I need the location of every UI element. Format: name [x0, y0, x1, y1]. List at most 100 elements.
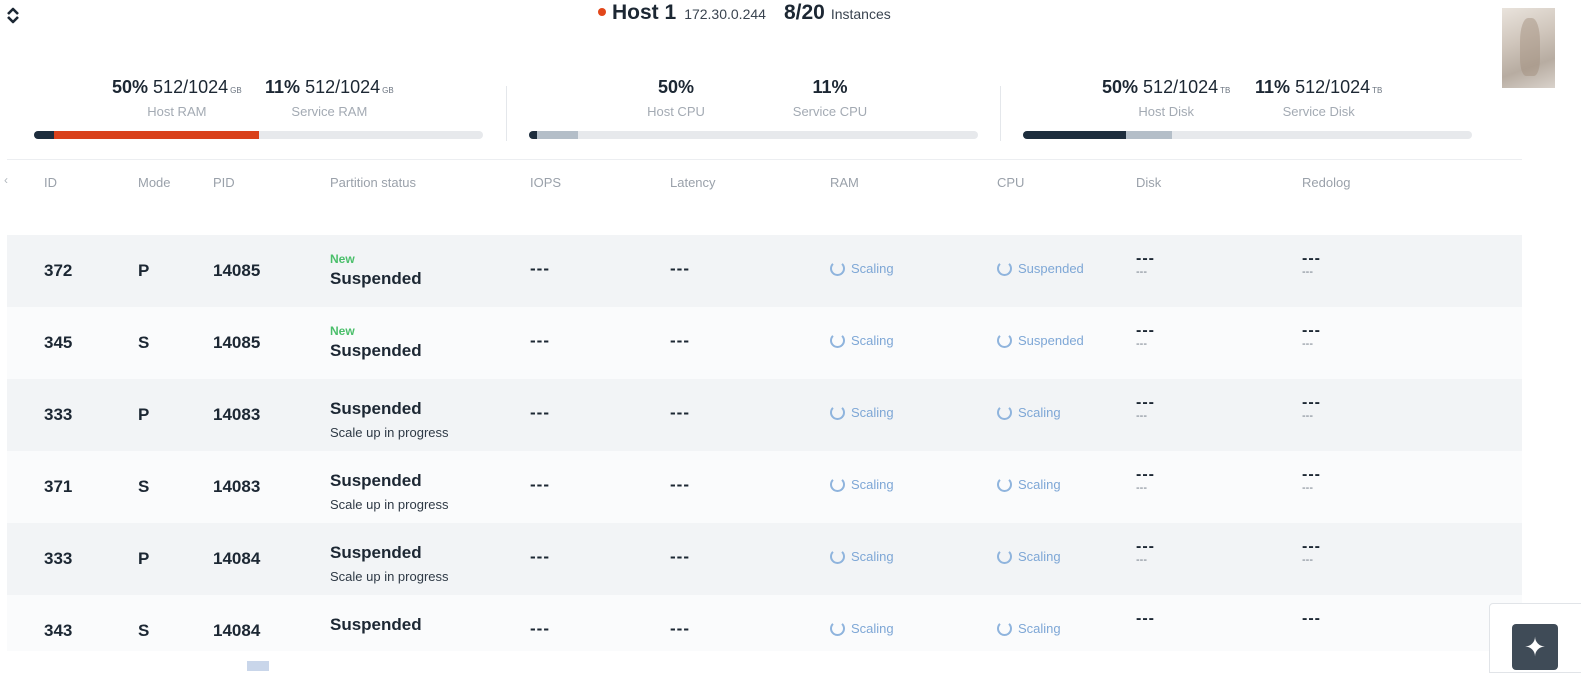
status-text: Suspended	[330, 471, 422, 490]
spinner-icon	[830, 333, 845, 348]
row-id: 333	[44, 549, 73, 568]
row-mode: P	[138, 261, 150, 280]
collapse-arrow-icon[interactable]: ‹	[4, 173, 8, 187]
spinner-icon	[997, 621, 1012, 636]
row-mode: P	[138, 405, 150, 424]
spinner-icon	[997, 333, 1012, 348]
col-partition-status[interactable]: Partition status	[330, 175, 416, 190]
host-ram-label: Host RAM	[147, 104, 207, 119]
sparkle-icon[interactable]: ✦	[1512, 624, 1558, 670]
row-mode: P	[138, 549, 150, 568]
row-latency: ---	[670, 475, 690, 494]
table-row[interactable]: 343 S 14084 Suspended --- --- Scaling Scaling --…	[7, 595, 1522, 651]
row-pid: 14085	[213, 261, 261, 280]
table-row[interactable]: 372 P 14085 New Suspended --- --- Scaling Suspen…	[7, 235, 1522, 307]
row-redolog: --- ---	[1302, 466, 1321, 494]
row-mode: S	[138, 333, 150, 352]
col-disk[interactable]: Disk	[1136, 175, 1161, 190]
col-iops[interactable]: IOPS	[530, 175, 561, 190]
row-latency: ---	[670, 259, 690, 278]
row-pid: 14083	[213, 477, 261, 496]
table-row[interactable]: 333 P 14084 Suspended Scale up in progress --…	[7, 523, 1522, 595]
partition-status: New Suspended	[330, 307, 510, 379]
spinner-icon	[997, 549, 1012, 564]
row-redolog: --- ---	[1302, 394, 1321, 422]
row-iops: ---	[530, 475, 550, 494]
service-disk-metric: 11% 512/1024 TB Service Disk	[1255, 77, 1383, 119]
cpu-status: Suspended	[997, 333, 1084, 348]
row-pid: 14083	[213, 405, 261, 424]
col-ram[interactable]: RAM	[830, 175, 859, 190]
service-cpu-label: Service CPU	[792, 104, 868, 119]
row-latency: ---	[670, 403, 690, 422]
host-ram-metric: 50% 512/1024 GB Host RAM	[112, 77, 242, 119]
spinner-icon	[997, 405, 1012, 420]
table-row[interactable]: 345 S 14085 New Suspended --- --- Scaling Suspen…	[7, 307, 1522, 379]
ram-usage-bar	[34, 131, 483, 139]
col-redolog[interactable]: Redolog	[1302, 175, 1350, 190]
row-iops: ---	[530, 331, 550, 350]
spinner-icon	[830, 477, 845, 492]
ram-status: Scaling	[830, 477, 894, 492]
ram-status: Scaling	[830, 261, 894, 276]
cpu-status: Scaling	[997, 621, 1061, 636]
service-ram-label: Service RAM	[291, 104, 368, 119]
chevrons-icon[interactable]	[5, 6, 21, 24]
spinner-icon	[997, 261, 1012, 276]
row-redolog: ---	[1302, 610, 1321, 627]
spinner-icon	[830, 405, 845, 420]
host-cpu-label: Host CPU	[647, 104, 705, 119]
ram-status: Scaling	[830, 621, 894, 636]
spinner-icon	[830, 621, 845, 636]
assistant-panel: ✦	[1489, 603, 1581, 673]
col-pid[interactable]: PID	[213, 175, 235, 190]
row-pid: 14084	[213, 549, 261, 568]
status-subtext: Scale up in progress	[330, 569, 449, 584]
host-header: Host 1 172.30.0.244 8/20 Instances	[598, 1, 891, 27]
status-text: Suspended	[330, 341, 422, 360]
scroll-indicator[interactable]	[247, 661, 269, 671]
video-thumbnail	[1502, 8, 1555, 88]
service-ram-metric: 11% 512/1024 GB Service RAM	[265, 77, 394, 119]
row-id: 343	[44, 621, 73, 640]
col-id[interactable]: ID	[44, 175, 57, 190]
row-id: 372	[44, 261, 73, 280]
row-iops: ---	[530, 259, 550, 278]
host-ip: 172.30.0.244	[684, 6, 766, 22]
row-disk: --- ---	[1136, 322, 1155, 350]
col-latency[interactable]: Latency	[670, 175, 716, 190]
row-id: 333	[44, 405, 73, 424]
table-row[interactable]: 333 P 14083 Suspended Scale up in progress --…	[7, 379, 1522, 451]
row-id: 345	[44, 333, 73, 352]
instances-count: 8/20	[783, 1, 825, 24]
row-disk: --- ---	[1136, 466, 1155, 494]
row-disk: ---	[1136, 610, 1155, 627]
table-row[interactable]: 371 S 14083 Suspended Scale up in progress --…	[7, 451, 1522, 523]
col-cpu[interactable]: CPU	[997, 175, 1024, 190]
status-text: Suspended	[330, 399, 422, 418]
row-mode: S	[138, 621, 150, 640]
cpu-usage-bar	[529, 131, 978, 139]
row-disk: --- ---	[1136, 250, 1155, 278]
row-pid: 14084	[213, 621, 261, 640]
spinner-icon	[997, 477, 1012, 492]
row-latency: ---	[670, 619, 690, 638]
row-id: 371	[44, 477, 73, 496]
cpu-status: Scaling	[997, 405, 1061, 420]
cpu-status: Scaling	[997, 549, 1061, 564]
host-status-dot	[598, 8, 606, 16]
row-pid: 14085	[213, 333, 261, 352]
host-disk-label: Host Disk	[1138, 104, 1194, 119]
host-cpu-metric: 50% Host CPU	[647, 77, 705, 119]
new-badge: New	[330, 324, 355, 338]
row-mode: S	[138, 477, 150, 496]
cpu-status: Scaling	[997, 477, 1061, 492]
row-redolog: --- ---	[1302, 322, 1321, 350]
row-latency: ---	[670, 331, 690, 350]
status-text: Suspended	[330, 543, 422, 562]
row-disk: --- ---	[1136, 394, 1155, 422]
status-text: Suspended	[330, 615, 422, 634]
disk-usage-bar	[1023, 131, 1472, 139]
col-mode[interactable]: Mode	[138, 175, 171, 190]
row-iops: ---	[530, 547, 550, 566]
